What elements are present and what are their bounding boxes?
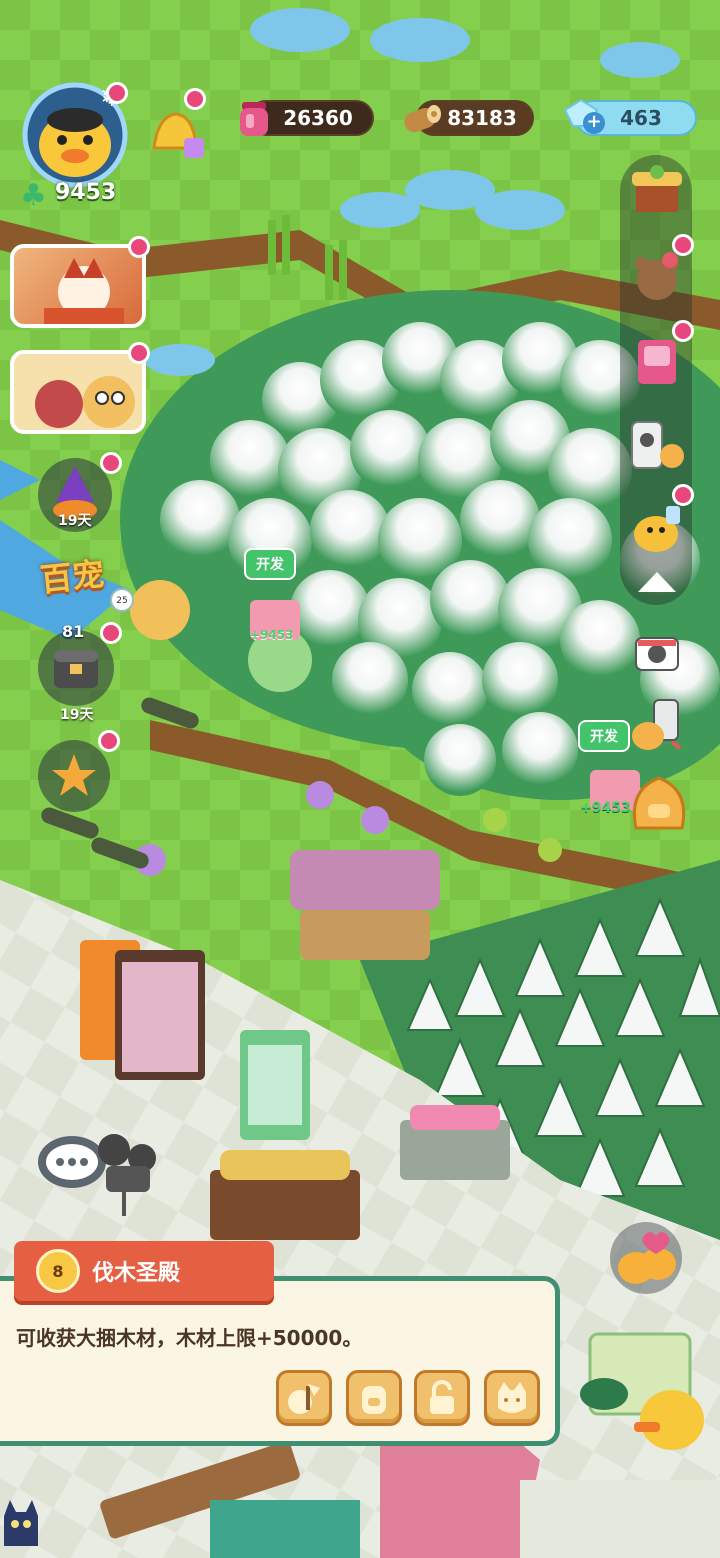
pink-potion-icon <box>240 102 268 136</box>
gem-counter[interactable]: + 463 <box>563 98 697 136</box>
develop-tag-1[interactable]: 开发 <box>244 548 296 580</box>
baichong-event-logo[interactable]: 百宠 <box>38 549 106 601</box>
chest-days: 19天 <box>60 707 94 723</box>
chick-heart-icon <box>618 1232 676 1284</box>
backpack-gold-icon <box>632 776 686 830</box>
album-notify-dot <box>672 320 694 342</box>
collapse-arrow-button[interactable] <box>634 568 680 596</box>
wood-counter[interactable]: 83183 <box>404 100 534 136</box>
world-map-button[interactable] <box>576 1324 712 1454</box>
witch-notify-dot <box>100 452 122 474</box>
pet-pair-card[interactable] <box>10 350 146 434</box>
bear-icon <box>635 252 679 300</box>
event-small-badge: 25 <box>110 588 134 612</box>
triangle-up-icon <box>638 572 676 592</box>
bear-friend-button[interactable] <box>628 234 694 306</box>
potion-value: 26360 <box>283 106 353 130</box>
axe-chick-icon <box>288 1384 320 1414</box>
event-small-badge-value: 25 <box>116 596 128 606</box>
develop-tag-2[interactable]: 开发 <box>578 720 630 752</box>
phone-chick-icon <box>632 699 682 750</box>
corner-cat-icon <box>0 1496 42 1558</box>
pet-backpack-button[interactable] <box>624 770 694 836</box>
building-name: 伐木圣殿 <box>92 1261 181 1286</box>
building-level-value: 8 <box>52 1261 64 1281</box>
album-book-button[interactable] <box>628 320 694 390</box>
chest-notify-dot <box>100 622 122 644</box>
building-title-ribbon: 8 伐木圣殿 <box>14 1241 274 1301</box>
gem-add-icon[interactable]: + <box>583 112 605 134</box>
cat-face-icon <box>498 1382 526 1413</box>
cat-button[interactable] <box>484 1370 540 1426</box>
wood-value: 83183 <box>447 106 517 130</box>
collect-wood-button[interactable] <box>276 1370 332 1426</box>
camera-button[interactable] <box>634 630 680 674</box>
hero-event-card[interactable] <box>10 244 146 328</box>
phone-call-button[interactable] <box>628 696 688 754</box>
chick-icon <box>634 506 680 552</box>
gift-notify-dot <box>184 88 206 110</box>
pets-pair-icon <box>35 376 135 428</box>
shop-stall-icon <box>632 165 682 212</box>
padlock-open-icon <box>430 1380 454 1414</box>
chick-message-button[interactable] <box>628 484 694 556</box>
wood-log-icon <box>404 105 441 133</box>
film-projector-icon <box>98 1134 156 1216</box>
love-chick-button[interactable] <box>610 1222 682 1294</box>
hero-card-notify-dot <box>128 236 150 258</box>
floating-value-2: +9453 <box>580 800 631 816</box>
witch-event-button[interactable]: 19天 <box>38 452 122 532</box>
chest-count: 81 <box>62 622 85 641</box>
speaker-chick-icon <box>631 421 684 469</box>
camera-icon <box>635 637 679 671</box>
player-avatar[interactable]: ❄ <box>20 80 130 190</box>
backpack-button[interactable] <box>346 1370 402 1426</box>
clover-icon: ♣ <box>20 178 47 213</box>
witch-event-days: 19天 <box>58 513 92 529</box>
pet-card-notify-dot <box>128 342 150 364</box>
map-chick-icon <box>580 1332 704 1450</box>
movie-projector-button[interactable] <box>92 1130 162 1220</box>
bell-gift-icon <box>152 112 204 158</box>
phone-device-button[interactable] <box>628 416 686 474</box>
avatar-notify-dot <box>106 82 128 104</box>
hero-portrait-icon <box>44 258 124 324</box>
gem-value: 463 <box>620 106 662 130</box>
potion-counter[interactable]: 26360 <box>240 100 374 136</box>
star-event-button[interactable] <box>38 730 120 812</box>
floating-value-1: +9453 <box>250 628 294 642</box>
gift-bell-button[interactable] <box>140 88 210 170</box>
unlock-button[interactable] <box>414 1370 470 1426</box>
shop-stall-button[interactable] <box>628 162 686 220</box>
player-level-value: 9453 <box>55 180 117 205</box>
building-description: 可收获大捆木材，木材上限+50000。 <box>16 1326 363 1350</box>
chest-event-button[interactable]: 81 19天 <box>38 622 122 723</box>
treasure-chest-icon <box>54 650 98 688</box>
star-notify-dot <box>98 730 120 752</box>
star-hand-icon <box>52 754 96 796</box>
bear-notify-dot <box>672 234 694 256</box>
chick-notify-dot <box>672 484 694 506</box>
backpack-icon <box>362 1386 386 1414</box>
building-level-badge: 8 <box>36 1249 80 1293</box>
